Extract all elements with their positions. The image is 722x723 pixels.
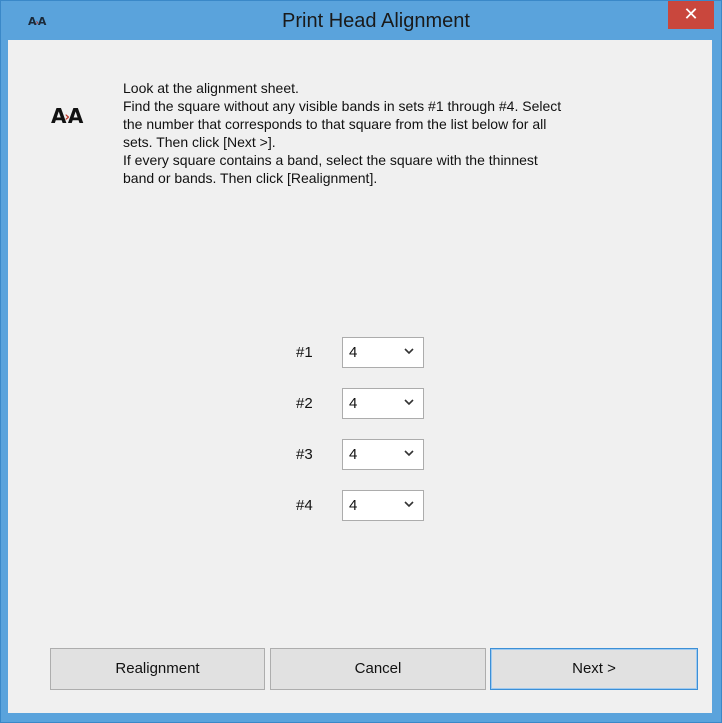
alignment-icon: A›A [51,104,83,128]
chevron-down-icon [404,501,414,508]
chevron-down-icon [404,399,414,406]
dropdown-value: 4 [349,497,358,514]
instructions-text: Look at the alignment sheet. Find the sq… [123,79,703,187]
next-button[interactable]: Next > [490,648,698,690]
close-icon[interactable]: ✕ [668,1,714,29]
realignment-button[interactable]: Realignment [50,648,265,690]
instruction-line: Find the square without any visible band… [123,98,562,114]
cancel-button[interactable]: Cancel [270,648,486,690]
dialog-content: A›A Look at the alignment sheet. Find th… [8,40,712,713]
instruction-line: Look at the alignment sheet. [123,80,299,96]
dropdown-value: 4 [349,446,358,463]
set-label: #4 [296,497,313,514]
dropdown-value: 4 [349,395,358,412]
set-label: #1 [296,344,313,361]
instruction-line: the number that corresponds to that squa… [123,116,547,132]
instruction-line: If every square contains a band, select … [123,152,538,168]
set-label: #2 [296,395,313,412]
chevron-down-icon [404,348,414,355]
dropdown-value: 4 [349,344,358,361]
chevron-down-icon [404,450,414,457]
set-2-dropdown[interactable]: 4 [342,388,424,419]
title-bar[interactable]: A›A Print Head Alignment ✕ [1,1,721,40]
instruction-line: sets. Then click [Next >]. [123,134,276,150]
set-label: #3 [296,446,313,463]
set-1-dropdown[interactable]: 4 [342,337,424,368]
set-3-dropdown[interactable]: 4 [342,439,424,470]
instruction-line: band or bands. Then click [Realignment]. [123,170,378,186]
dialog-window: A›A Print Head Alignment ✕ A›A Look at t… [0,0,722,723]
window-title: Print Head Alignment [282,10,470,32]
set-4-dropdown[interactable]: 4 [342,490,424,521]
